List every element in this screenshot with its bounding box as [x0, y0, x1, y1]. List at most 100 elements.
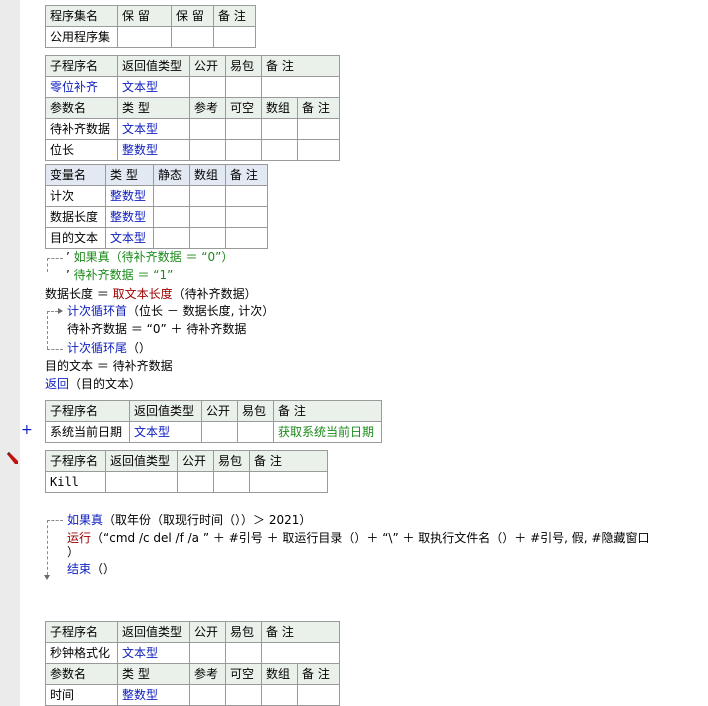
cell[interactable]	[261, 642, 340, 664]
code-line-assign[interactable]: 目的文本 ＝ 待补齐数据	[45, 357, 173, 375]
cell[interactable]	[189, 684, 226, 706]
header-cell: 公开	[177, 450, 214, 472]
function-name: 取文本长度	[112, 287, 173, 301]
cell[interactable]	[261, 76, 340, 98]
cell[interactable]	[189, 185, 226, 207]
param-name-cell[interactable]: 待补齐数据	[45, 118, 118, 140]
var-type-cell[interactable]: 文本型	[105, 227, 154, 249]
header-cell: 保 留	[171, 5, 214, 27]
cell[interactable]	[225, 139, 262, 161]
cell[interactable]	[213, 471, 250, 493]
header-cell: 可空	[225, 663, 262, 685]
param-type-cell[interactable]: 文本型	[117, 118, 190, 140]
cell[interactable]	[153, 206, 190, 228]
header-cell: 返回值类型	[129, 400, 202, 422]
cell[interactable]	[297, 139, 340, 161]
cell[interactable]	[213, 26, 256, 48]
code-line-if2[interactable]: 如果真（取年份（取现行时间（））＞ 2021）	[67, 511, 311, 529]
param-type-cell[interactable]: 整数型	[117, 684, 190, 706]
cell[interactable]	[171, 26, 214, 48]
cell[interactable]	[261, 139, 298, 161]
code-line-len[interactable]: 数据长度 ＝ 取文本长度（待补齐数据）	[45, 285, 257, 303]
header-cell: 公开	[189, 621, 226, 643]
return-type-cell[interactable]: 文本型	[129, 421, 202, 443]
header-cell: 数组	[261, 97, 298, 119]
cell[interactable]	[225, 227, 268, 249]
code-line-run-close[interactable]: ）	[67, 543, 79, 561]
code-line-return[interactable]: 返回（目的文本）	[45, 375, 141, 393]
code-line-end[interactable]: 结束（）	[67, 560, 115, 578]
cell[interactable]	[225, 684, 262, 706]
cell[interactable]	[189, 76, 226, 98]
arguments: （位长 － 数据长度, 计次）	[127, 304, 275, 318]
param-name-cell[interactable]: 时间	[45, 684, 118, 706]
sub-name-cell[interactable]: 秒钟格式化	[45, 642, 118, 664]
cell[interactable]	[105, 471, 178, 493]
header-cell: 备 注	[261, 55, 340, 77]
cell[interactable]	[153, 227, 190, 249]
loop-guide	[47, 311, 48, 349]
var-type-cell[interactable]: 整数型	[105, 185, 154, 207]
param-name-cell[interactable]: 位长	[45, 139, 118, 161]
cell[interactable]	[225, 118, 262, 140]
cell[interactable]	[225, 642, 262, 664]
plus-icon[interactable]: +	[21, 422, 33, 438]
cell[interactable]	[201, 421, 238, 443]
header-cell: 返回值类型	[117, 621, 190, 643]
code-line-loop-end[interactable]: 计次循环尾（）	[67, 339, 151, 357]
header-cell: 子程序名	[45, 621, 118, 643]
header-cell: 备 注	[225, 164, 268, 186]
header-cell: 备 注	[297, 663, 340, 685]
cell[interactable]	[225, 206, 268, 228]
cell[interactable]	[297, 118, 340, 140]
cell[interactable]	[189, 118, 226, 140]
cell[interactable]	[237, 421, 274, 443]
code-line-loop-body[interactable]: 待补齐数据 ＝ “0” ＋ 待补齐数据	[67, 320, 246, 338]
cell[interactable]	[225, 185, 268, 207]
cell[interactable]	[177, 471, 214, 493]
header-cell: 变量名	[45, 164, 106, 186]
return-type-cell[interactable]: 文本型	[117, 76, 190, 98]
cell[interactable]	[261, 118, 298, 140]
sub-name-cell[interactable]: 零位补齐	[45, 76, 118, 98]
arrow-down-icon	[44, 575, 50, 580]
var-name-cell[interactable]: 计次	[45, 185, 106, 207]
header-cell: 数组	[189, 164, 226, 186]
cell[interactable]	[249, 471, 328, 493]
var-name-cell[interactable]: 数据长度	[45, 206, 106, 228]
code-line-if[interactable]: ’ 如果真（待补齐数据 ＝ “0”）	[66, 248, 233, 266]
loop-guide	[47, 311, 58, 312]
pencil-icon	[7, 452, 18, 464]
arguments: ）	[67, 545, 80, 559]
sub-name-cell[interactable]: Kill	[45, 471, 106, 493]
var-name-cell[interactable]: 目的文本	[45, 227, 106, 249]
remark-cell[interactable]: 获取系统当前日期	[273, 421, 382, 443]
code-line-if-body[interactable]: ’ 待补齐数据 ＝ “1”	[66, 266, 173, 284]
sub-name-cell[interactable]: 系统当前日期	[45, 421, 130, 443]
flow-guide	[47, 258, 63, 259]
loop-guide	[47, 349, 63, 350]
header-cell: 参考	[189, 663, 226, 685]
cell[interactable]	[189, 642, 226, 664]
cell[interactable]	[153, 185, 190, 207]
header-cell: 易包	[225, 55, 262, 77]
return-type-cell[interactable]: 文本型	[117, 642, 190, 664]
cell[interactable]	[189, 227, 226, 249]
arguments: （）	[91, 562, 116, 576]
keyword: 如果真	[67, 513, 104, 527]
header-cell: 类 型	[117, 97, 190, 119]
header-cell: 返回值类型	[105, 450, 178, 472]
code-line-run[interactable]: 运行（“cmd /c del /f /a ” ＋ #引号 ＋ 取运行目录（）＋ …	[67, 529, 649, 547]
code-line-loop[interactable]: 计次循环首（位长 － 数据长度, 计次）	[67, 302, 274, 320]
cell[interactable]	[189, 206, 226, 228]
cell[interactable]	[297, 684, 340, 706]
header-cell: 参考	[189, 97, 226, 119]
cell[interactable]	[225, 76, 262, 98]
cell[interactable]	[261, 684, 298, 706]
header-cell: 备 注	[249, 450, 328, 472]
cell[interactable]	[189, 139, 226, 161]
var-type-cell[interactable]: 整数型	[105, 206, 154, 228]
param-type-cell[interactable]: 整数型	[117, 139, 190, 161]
assembly-name-cell[interactable]: 公用程序集	[45, 26, 118, 48]
cell[interactable]	[117, 26, 172, 48]
